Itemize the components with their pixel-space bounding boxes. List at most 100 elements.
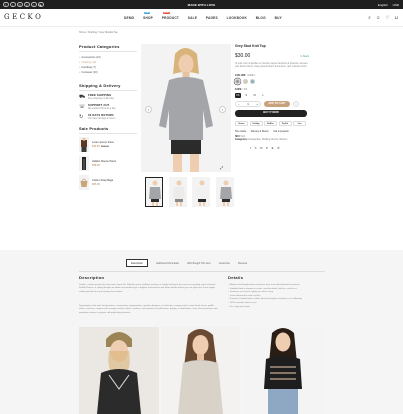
wishlist-button[interactable]: ♡ [293, 101, 299, 108]
qty-value[interactable]: 1 [247, 102, 249, 106]
thumbnail[interactable] [168, 177, 187, 207]
refresh-icon: ↻ [79, 114, 84, 120]
color-swatch[interactable] [250, 78, 255, 84]
nav-badge: Sale [162, 11, 171, 15]
nav-item-wrapper: SHOP Hot [143, 11, 153, 20]
size-label: SIZE: XS [235, 87, 248, 91]
nav-item-shop[interactable]: SHOP [143, 16, 153, 20]
color-swatch[interactable] [242, 78, 248, 84]
thumbnail[interactable] [145, 177, 163, 207]
telegram-icon[interactable]: ➤ [271, 146, 273, 150]
nav-item-sale[interactable]: SALE [188, 16, 197, 20]
ask-question-link[interactable]: Ask a Question [273, 131, 289, 133]
size-option[interactable]: L [261, 93, 267, 99]
service-title: FREE SHIPPING [88, 94, 112, 97]
user-icon[interactable]: ☺ [376, 15, 381, 21]
tab-customize[interactable]: Customize [219, 262, 230, 265]
categories-title: Product Categories [79, 44, 137, 52]
whatsapp-icon[interactable]: ✆ [277, 146, 279, 150]
sku-value: N/A [241, 135, 246, 138]
nav-item-demo[interactable]: DEMO [124, 16, 134, 20]
facebook-icon[interactable]: f [250, 146, 251, 150]
quantity-stepper: − 1 + [235, 101, 261, 108]
size-option[interactable]: S [244, 93, 250, 99]
shipping-title: Shipping & Delivery [79, 83, 137, 91]
selected-color: GREY [247, 73, 256, 77]
breadcrumb[interactable]: Home / Clothing / Grey Mukluk Tee [79, 31, 118, 34]
sale-products-title: Sale Products [79, 126, 137, 134]
product-thumbnail[interactable] [79, 137, 89, 152]
tab-who-bought[interactable]: Who Bought This Item [187, 262, 211, 265]
currency-selector[interactable]: USD [393, 3, 399, 7]
model-photo [161, 327, 240, 414]
search-icon[interactable]: ⌕ [368, 15, 371, 21]
selected-size: XS [243, 87, 248, 91]
email-icon[interactable]: ✉ [260, 146, 262, 150]
details-list-item: Do a high print water [228, 306, 318, 310]
thumbnail-strip [145, 177, 234, 207]
prev-image-button[interactable]: ‹ [145, 106, 152, 113]
description-paragraph: Studio, e notare pessimi the discount of… [79, 284, 217, 293]
language-selector[interactable]: English [378, 3, 388, 7]
nav-item-blog[interactable]: BLOG [256, 16, 266, 20]
size-options: XS S M L [235, 92, 309, 99]
nav-item-product[interactable]: PRODUCT [162, 16, 179, 20]
category-link[interactable]: Footwear (10) [79, 70, 137, 75]
details-heading: Details [228, 275, 244, 280]
product-main-image[interactable] [141, 44, 231, 172]
service-subtitle: We support 24 hours a day [88, 107, 116, 110]
product-short-description: Ut quis nunc imperdiet ex interdum augue… [235, 63, 308, 69]
category-links[interactable]: Accessories, Clothing, Denim, Women [248, 139, 287, 141]
stock-status: In Stock [300, 55, 309, 58]
pinterest-icon[interactable]: P [266, 146, 268, 150]
delivery-return-link[interactable]: Delivery & Return [251, 131, 269, 133]
thumbnail[interactable] [192, 177, 210, 207]
product-thumbnail[interactable] [79, 175, 89, 190]
product-links: Size Guide Delivery & Return Ask a Quest… [235, 131, 309, 133]
sale-product-list: Lorem ipsum fusce $49.00$58.00 Hidden Fl… [79, 137, 137, 190]
product-price: $38.00 [92, 164, 100, 167]
color-swatch[interactable] [235, 78, 240, 84]
site-logo[interactable]: GECKO [4, 13, 43, 21]
headset-icon: ☏ [79, 104, 86, 110]
add-to-cart-button[interactable]: ADD TO CART [264, 101, 290, 108]
thumbnail[interactable] [215, 177, 234, 207]
tab-description[interactable]: Description [126, 259, 148, 267]
product-name[interactable]: Lorem ipsum fusce [92, 141, 114, 144]
heart-icon[interactable]: ♡ [385, 15, 389, 21]
service-item: ⛟ FREE SHIPPING Free shipping on all order [79, 94, 137, 100]
twitter-icon[interactable]: 𝕏 [254, 146, 256, 150]
size-option[interactable]: XS [235, 92, 241, 99]
product-name[interactable]: Hidden Fleece Pants [92, 160, 116, 163]
zoom-icon[interactable]: ⤢ [220, 165, 223, 170]
top-bar-settings: English USD [378, 3, 399, 7]
site-header: GECKO DEMO SHOP Hot PRODUCT Sale SALE PAGES LOO… [0, 9, 403, 27]
nav-item-pages[interactable]: PAGES [206, 16, 218, 20]
payment-badge: Norton [235, 120, 248, 126]
product-meta: SKU: N/A Categories: Accessories, Clothi… [235, 135, 288, 142]
product-thumbnail[interactable] [79, 156, 89, 171]
nav-item-buy[interactable]: BUY [275, 16, 282, 20]
size-option[interactable]: M [252, 93, 258, 99]
next-image-button[interactable]: › [219, 106, 226, 113]
product-name[interactable]: Cotton Strap Bags [92, 179, 113, 182]
heart-icon: ♡ [294, 102, 298, 107]
color-swatches [235, 78, 309, 84]
description-paragraph: Typography is the work of typesetters, c… [79, 305, 218, 314]
nav-item-lookbook[interactable]: LOOKBOOK [227, 16, 247, 20]
cart-icon[interactable]: ⊔ [394, 15, 398, 21]
buy-now-button[interactable]: BUY IT NOW [235, 110, 307, 117]
sale-product[interactable]: Cotton Strap Bags $65.00 [79, 175, 137, 190]
sale-product[interactable]: Lorem ipsum fusce $49.00$58.00 [79, 137, 137, 152]
nav-item-wrapper: PRODUCT Sale [162, 11, 179, 20]
qty-minus-button[interactable]: − [238, 102, 240, 106]
qty-plus-button[interactable]: + [256, 102, 258, 106]
header-icons: ⌕ ☺ ♡ ⊔ [368, 15, 398, 21]
tab-reviews[interactable]: Reviews [238, 262, 247, 265]
service-subtitle: Free shipping on all order [88, 97, 115, 100]
size-guide-link[interactable]: Size Guide [235, 131, 246, 133]
sale-product[interactable]: Hidden Fleece Pants $38.00 [79, 156, 137, 171]
tab-additional-information[interactable]: Additional Information [156, 262, 179, 265]
service-title: SUPPORT 24/7 [88, 104, 110, 107]
payment-badge: PayPal [278, 120, 292, 126]
